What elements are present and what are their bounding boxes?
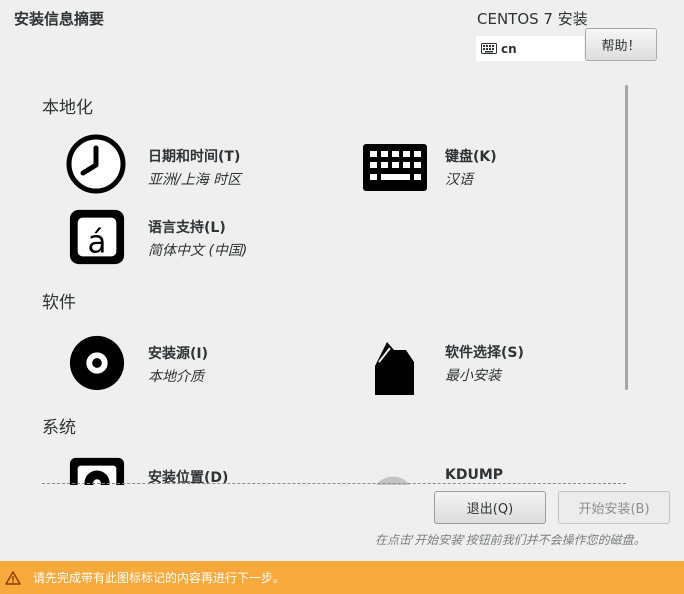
datetime-status: 亚洲/上海 时区: [148, 172, 242, 188]
spoke-software-selection[interactable]: 软件选择(S) 最小安装: [370, 340, 524, 400]
language-title: 语言支持(L): [148, 220, 226, 236]
keyboard-layout-indicator[interactable]: cn: [476, 36, 584, 61]
keyboard-small-icon: [481, 43, 497, 54]
svg-text:á: á: [88, 224, 107, 260]
spoke-kdump[interactable]: KDUMP: [369, 458, 503, 485]
spoke-install-source[interactable]: 安装源(I) 本地介质: [68, 333, 208, 393]
content-divider: [42, 483, 626, 484]
section-title-localization: 本地化: [42, 98, 93, 118]
quit-button[interactable]: 退出(Q): [434, 491, 546, 524]
software-selection-status: 最小安装: [445, 368, 501, 384]
hub-content: 本地化 日期和时间(T) 亚洲/上海 时区 键盘(K) 汉语 á 语言支持(L)…: [0, 80, 640, 485]
keyboard-icon: [363, 144, 427, 191]
package-icon: [375, 342, 414, 395]
page-title: 安装信息摘要: [14, 10, 105, 28]
datetime-title: 日期和时间(T): [148, 149, 241, 165]
warning-text: 请先完成带有此图标标记的内容再进行下一步。: [33, 571, 286, 585]
keyboard-status: 汉语: [445, 172, 473, 188]
harddisk-icon: [69, 457, 125, 485]
section-title-software: 软件: [42, 293, 76, 313]
language-status: 简体中文 (中国): [148, 243, 248, 259]
disc-icon: [69, 335, 125, 391]
kdump-title: KDUMP: [445, 467, 504, 483]
spoke-language[interactable]: á 语言支持(L) 简体中文 (中国): [68, 207, 247, 267]
footer-hint: 在点击'开始安装'按钮前我们并不会操作您的磁盘。: [375, 533, 646, 547]
install-source-status: 本地介质: [148, 369, 204, 385]
warning-icon: [5, 570, 21, 585]
help-button[interactable]: 帮助！: [585, 28, 657, 61]
install-source-title: 安装源(I): [148, 346, 209, 362]
software-selection-title: 软件选择(S): [445, 345, 524, 361]
spoke-install-destination[interactable]: 安装位置(D): [68, 455, 228, 485]
section-title-system: 系统: [42, 418, 76, 438]
begin-installation-button[interactable]: 开始安装(B): [558, 491, 670, 524]
keyboard-layout-label: cn: [501, 41, 517, 56]
language-icon: á: [69, 209, 125, 265]
clock-icon: [66, 134, 126, 194]
spoke-keyboard[interactable]: 键盘(K) 汉语: [363, 134, 497, 194]
content-scrollbar[interactable]: [625, 85, 628, 390]
product-title: CENTOS 7 安装: [477, 10, 588, 28]
spoke-datetime[interactable]: 日期和时间(T) 亚洲/上海 时区: [66, 134, 241, 194]
kdump-icon: [376, 476, 410, 485]
keyboard-title: 键盘(K): [445, 149, 497, 165]
warning-bar: 请先完成带有此图标标记的内容再进行下一步。: [0, 561, 684, 594]
